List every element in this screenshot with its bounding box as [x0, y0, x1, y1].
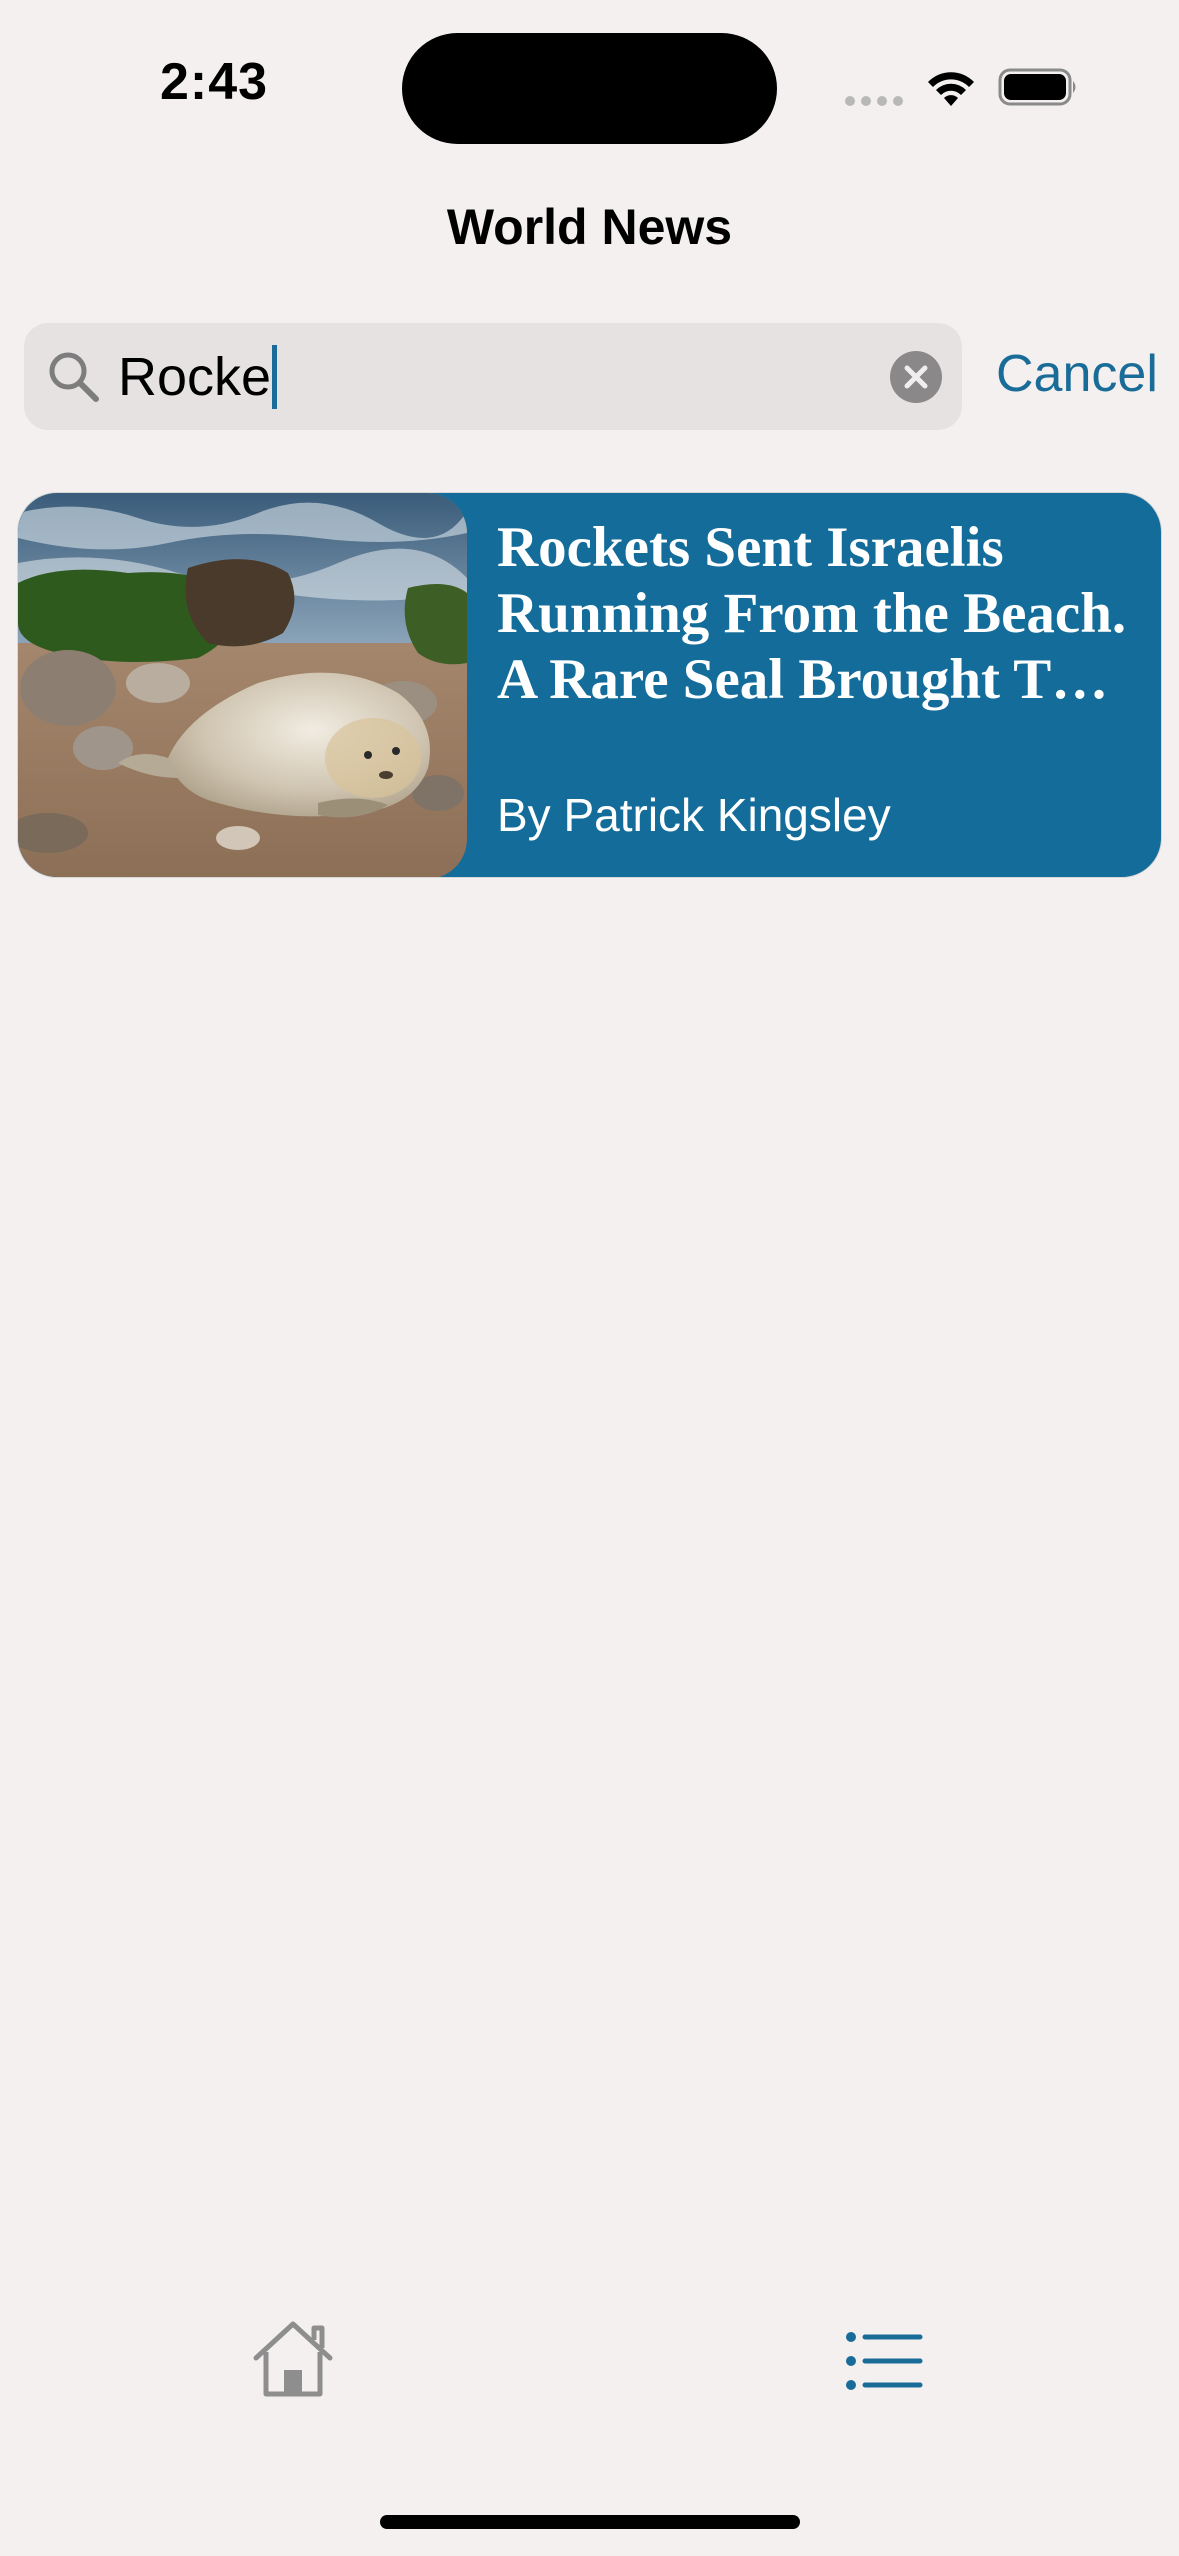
article-card[interactable]: Rockets Sent Israelis Running From the B…: [17, 492, 1162, 878]
seal-on-beach-image: [18, 493, 467, 877]
search-icon: [49, 352, 99, 402]
cellular-signal-icon: [845, 96, 903, 106]
search-query[interactable]: Rocke: [118, 345, 278, 409]
home-icon[interactable]: [248, 2318, 338, 2398]
text-caret: [272, 345, 278, 409]
list-icon[interactable]: [845, 2330, 923, 2392]
page-title: World News: [446, 199, 733, 255]
battery-icon: [998, 68, 1076, 106]
screen: 2:43 World News Rocke Cancel Rockets Sen…: [0, 0, 1179, 2556]
search-query-text: Rocke: [118, 347, 272, 407]
cancel-button[interactable]: Cancel: [996, 344, 1158, 404]
dynamic-island: [402, 33, 777, 144]
article-thumbnail: [18, 493, 467, 877]
home-indicator[interactable]: [380, 2515, 800, 2529]
status-time: 2:43: [160, 53, 269, 111]
article-byline: By Patrick Kingsley: [497, 789, 891, 841]
search-input[interactable]: Rocke: [24, 323, 962, 430]
article-title: Rockets Sent Israelis Running From the B…: [497, 516, 1127, 711]
clear-search-icon[interactable]: [890, 351, 942, 403]
wifi-icon: [928, 72, 974, 106]
